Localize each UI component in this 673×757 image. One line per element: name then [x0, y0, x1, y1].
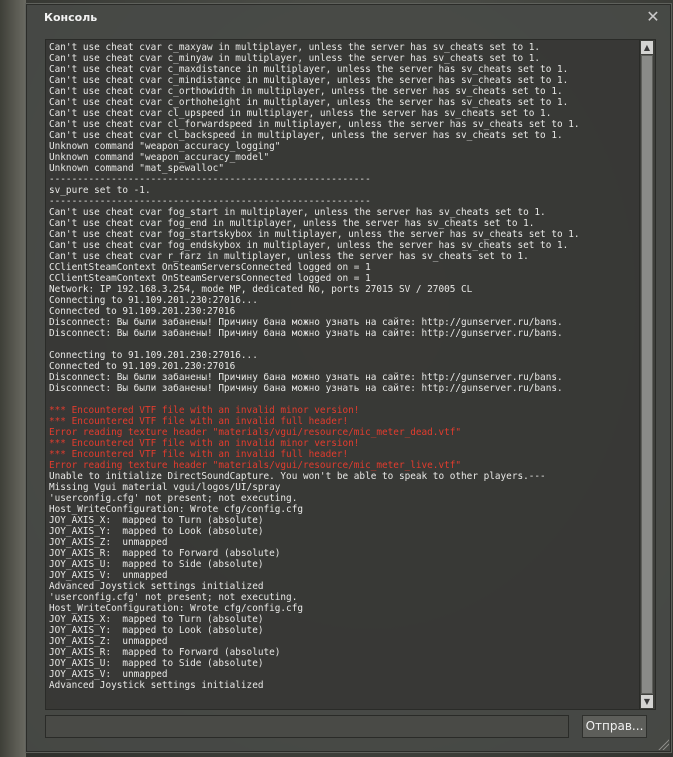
- scrollbar[interactable]: ▲ ▼: [639, 40, 655, 709]
- command-input[interactable]: [45, 715, 569, 738]
- console-line: *** Encountered VTF file with an invalid…: [49, 449, 349, 460]
- resize-grip-icon[interactable]: [657, 738, 669, 750]
- console-window: Консоль ✕ Can't use cheat cvar c_maxyaw …: [25, 3, 672, 753]
- console-output[interactable]: Can't use cheat cvar c_maxyaw in multipl…: [45, 39, 656, 710]
- scroll-down-arrow-icon[interactable]: ▼: [641, 695, 653, 708]
- console-line: JOY_AXIS_U: mapped to Side (absolute): [49, 559, 264, 570]
- console-line: Host_WriteConfiguration: Wrote cfg/confi…: [49, 504, 303, 515]
- console-line: Can't use cheat cvar fog_start in multip…: [49, 207, 546, 218]
- console-line: Can't use cheat cvar c_maxdistance in mu…: [49, 64, 569, 75]
- console-line: JOY_AXIS_V: unmapped: [49, 669, 168, 680]
- console-line: Can't use cheat cvar c_minyaw in multipl…: [49, 53, 541, 64]
- background-edge: [0, 0, 26, 757]
- console-line: JOY_AXIS_Y: mapped to Look (absolute): [49, 526, 264, 537]
- console-line: *** Encountered VTF file with an invalid…: [49, 438, 360, 449]
- scroll-up-arrow-icon[interactable]: ▲: [641, 41, 653, 54]
- console-line: Can't use cheat cvar c_maxyaw in multipl…: [49, 42, 541, 53]
- console-line: Can't use cheat cvar cl_upspeed in multi…: [49, 108, 552, 119]
- console-line: Error reading texture header "materials/…: [49, 427, 462, 438]
- close-icon[interactable]: ✕: [645, 9, 661, 25]
- console-log: Can't use cheat cvar c_maxyaw in multipl…: [49, 42, 639, 691]
- console-line: Disconnect: Вы были забанены! Причину ба…: [49, 328, 563, 339]
- console-line: JOY_AXIS_V: unmapped: [49, 570, 168, 581]
- title-bar[interactable]: Консоль ✕: [26, 4, 671, 34]
- console-line: Unable to initialize DirectSoundCapture.…: [49, 471, 546, 482]
- console-line: JOY_AXIS_X: mapped to Turn (absolute): [49, 614, 264, 625]
- console-line: Disconnect: Вы были забанены! Причину ба…: [49, 372, 563, 383]
- console-line: *** Encountered VTF file with an invalid…: [49, 416, 349, 427]
- console-line: Missing Vgui material vgui/logos/UI/spra…: [49, 482, 281, 493]
- console-line: Connecting to 91.109.201.230:27016...: [49, 295, 258, 306]
- console-line: CClientSteamContext OnSteamServersConnec…: [49, 273, 371, 284]
- console-line: JOY_AXIS_R: mapped to Forward (absolute): [49, 647, 281, 658]
- console-line: ----------------------------------------…: [49, 174, 371, 185]
- console-line: Network: IP 192.168.3.254, mode MP, dedi…: [49, 284, 473, 295]
- console-line: ----------------------------------------…: [49, 196, 371, 207]
- console-line: Unknown command "weapon_accuracy_model": [49, 152, 270, 163]
- console-line: Connected to 91.109.201.230:27016: [49, 306, 236, 317]
- console-line: 'userconfig.cfg' not present; not execut…: [49, 493, 298, 504]
- console-line: Disconnect: Вы были забанены! Причину ба…: [49, 317, 563, 328]
- console-line: Can't use cheat cvar c_orthoheight in mu…: [49, 97, 569, 108]
- console-line: JOY_AXIS_X: mapped to Turn (absolute): [49, 515, 264, 526]
- console-line: Can't use cheat cvar cl_backspeed in mul…: [49, 130, 563, 141]
- console-line: Connecting to 91.109.201.230:27016...: [49, 350, 258, 361]
- console-line: JOY_AXIS_U: mapped to Side (absolute): [49, 658, 264, 669]
- console-line: Can't use cheat cvar fog_end in multipla…: [49, 218, 535, 229]
- console-line: Can't use cheat cvar c_orthowidth in mul…: [49, 86, 563, 97]
- console-line: JOY_AXIS_Z: unmapped: [49, 636, 168, 647]
- console-line: Advanced Joystick settings initialized: [49, 581, 264, 592]
- console-line: Host_WriteConfiguration: Wrote cfg/confi…: [49, 603, 303, 614]
- console-line: Can't use cheat cvar fog_startskybox in …: [49, 229, 580, 240]
- console-line: 'userconfig.cfg' not present; not execut…: [49, 592, 298, 603]
- console-line: Unknown command "mat_spewalloc": [49, 163, 224, 174]
- console-line: Can't use cheat cvar cl_forwardspeed in …: [49, 119, 580, 130]
- console-line: sv_pure set to -1.: [49, 185, 151, 196]
- console-line: JOY_AXIS_Z: unmapped: [49, 537, 168, 548]
- console-line: Advanced Joystick settings initialized: [49, 680, 264, 691]
- console-line: Error reading texture header "materials/…: [49, 460, 462, 471]
- console-line: Can't use cheat cvar c_mindistance in mu…: [49, 75, 569, 86]
- console-line: CClientSteamContext OnSteamServersConnec…: [49, 262, 371, 273]
- console-line: *** Encountered VTF file with an invalid…: [49, 405, 360, 416]
- scrollbar-thumb[interactable]: [641, 55, 653, 694]
- window-title: Консоль: [44, 11, 98, 24]
- console-line: JOY_AXIS_Y: mapped to Look (absolute): [49, 625, 264, 636]
- console-line: Unknown command "weapon_accuracy_logging…: [49, 141, 281, 152]
- console-line: JOY_AXIS_R: mapped to Forward (absolute): [49, 548, 281, 559]
- console-line: Can't use cheat cvar fog_endskybox in mu…: [49, 240, 569, 251]
- console-line: Can't use cheat cvar r_farz in multiplay…: [49, 251, 529, 262]
- console-line: Disconnect: Вы были забанены! Причину ба…: [49, 383, 563, 394]
- console-line: Connected to 91.109.201.230:27016: [49, 361, 236, 372]
- submit-button[interactable]: Отправ...: [582, 715, 647, 738]
